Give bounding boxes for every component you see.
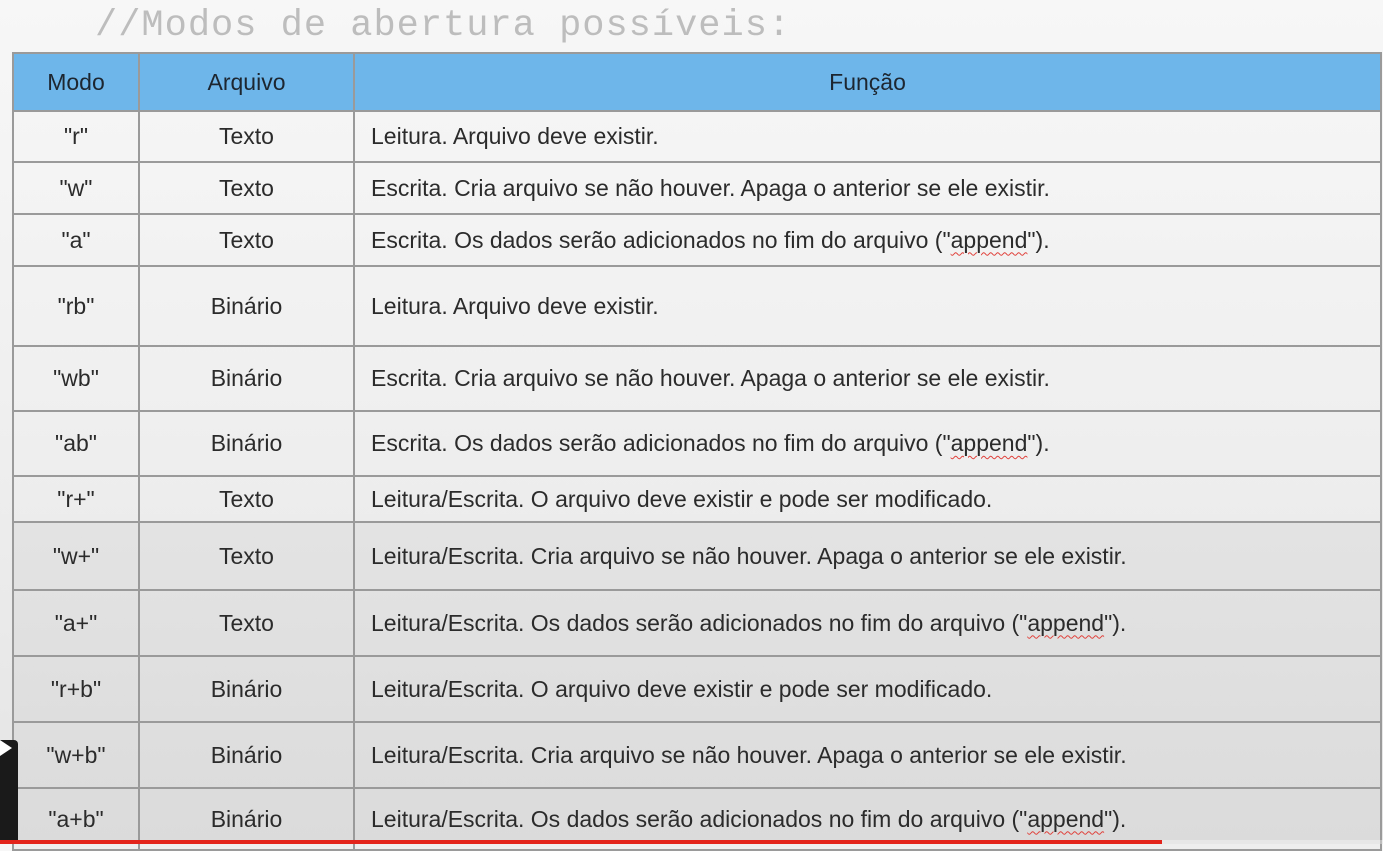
header-mode: Modo — [12, 52, 140, 112]
file-modes-table: Modo Arquivo Função "r" Texto Leitura. A… — [12, 52, 1382, 851]
function-text: "). — [1027, 430, 1050, 456]
function-cell: Leitura. Arquivo deve existir. — [353, 265, 1382, 347]
mode-cell: "r" — [12, 110, 140, 163]
function-text: Leitura/Escrita. Os dados serão adiciona… — [371, 609, 1028, 636]
table-row: "r" Texto Leitura. Arquivo deve existir. — [12, 110, 1382, 163]
mode-cell: "w+b" — [12, 721, 140, 789]
header-file: Arquivo — [138, 52, 355, 112]
function-cell: Leitura/Escrita. O arquivo deve existir … — [353, 475, 1382, 523]
mode-cell: "a+" — [12, 589, 140, 657]
file-type-cell: Texto — [138, 213, 355, 267]
code-comment-heading: //Modos de abertura possíveis: — [95, 5, 792, 47]
function-cell: Escrita. Os dados serão adicionados no f… — [353, 213, 1382, 267]
function-cell: Leitura/Escrita. Cria arquivo se não hou… — [353, 721, 1382, 789]
function-text: "). — [1027, 226, 1050, 253]
function-text: "). — [1104, 805, 1127, 832]
file-type-cell: Texto — [138, 110, 355, 163]
mode-cell: "r+" — [12, 475, 140, 523]
file-type-cell: Texto — [138, 161, 355, 215]
video-progress-fill — [0, 840, 1162, 844]
mode-cell: "a" — [12, 213, 140, 267]
spellcheck-word: append — [950, 226, 1028, 253]
mode-cell: "w+" — [12, 521, 140, 591]
file-type-cell: Binário — [138, 410, 355, 477]
function-cell: Leitura/Escrita. Cria arquivo se não hou… — [353, 521, 1382, 591]
function-text: "). — [1104, 609, 1127, 636]
spellcheck-word: append — [950, 430, 1028, 456]
function-text: Escrita. Os dados serão adicionados no f… — [371, 430, 951, 456]
spellcheck-word: append — [1027, 609, 1105, 636]
function-cell: Escrita. Os dados serão adicionados no f… — [353, 410, 1382, 477]
function-text: Escrita. Os dados serão adicionados no f… — [371, 226, 951, 253]
function-cell: Leitura. Arquivo deve existir. — [353, 110, 1382, 163]
file-type-cell: Binário — [138, 265, 355, 347]
mode-cell: "wb" — [12, 345, 140, 412]
table-row: "w+" Texto Leitura/Escrita. Cria arquivo… — [12, 521, 1382, 591]
mode-cell: "rb" — [12, 265, 140, 347]
table-row: "a" Texto Escrita. Os dados serão adicio… — [12, 213, 1382, 267]
table-row: "w+b" Binário Leitura/Escrita. Cria arqu… — [12, 721, 1382, 789]
file-type-cell: Binário — [138, 721, 355, 789]
file-type-cell: Binário — [138, 655, 355, 723]
mode-cell: "w" — [12, 161, 140, 215]
file-type-cell: Binário — [138, 345, 355, 412]
table-row: "rb" Binário Leitura. Arquivo deve exist… — [12, 265, 1382, 347]
mode-cell: "ab" — [12, 410, 140, 477]
play-icon[interactable] — [0, 740, 18, 840]
table-row: "wb" Binário Escrita. Cria arquivo se nã… — [12, 345, 1382, 412]
function-cell: Escrita. Cria arquivo se não houver. Apa… — [353, 161, 1382, 215]
table-header-row: Modo Arquivo Função — [12, 52, 1382, 112]
spellcheck-word: append — [1027, 805, 1105, 832]
mode-cell: "r+b" — [12, 655, 140, 723]
function-cell: Escrita. Cria arquivo se não houver. Apa… — [353, 345, 1382, 412]
table-row: "a+" Texto Leitura/Escrita. Os dados ser… — [12, 589, 1382, 657]
table-row: "w" Texto Escrita. Cria arquivo se não h… — [12, 161, 1382, 215]
video-progress-bar[interactable] — [0, 840, 1383, 844]
file-type-cell: Texto — [138, 475, 355, 523]
header-function: Função — [353, 52, 1382, 112]
table-row: "ab" Binário Escrita. Os dados serão adi… — [12, 410, 1382, 477]
table-row: "r+b" Binário Leitura/Escrita. O arquivo… — [12, 655, 1382, 723]
table-row: "r+" Texto Leitura/Escrita. O arquivo de… — [12, 475, 1382, 523]
function-cell: Leitura/Escrita. O arquivo deve existir … — [353, 655, 1382, 723]
function-cell: Leitura/Escrita. Os dados serão adiciona… — [353, 589, 1382, 657]
file-type-cell: Texto — [138, 589, 355, 657]
function-text: Leitura/Escrita. Os dados serão adiciona… — [371, 805, 1028, 832]
file-type-cell: Texto — [138, 521, 355, 591]
